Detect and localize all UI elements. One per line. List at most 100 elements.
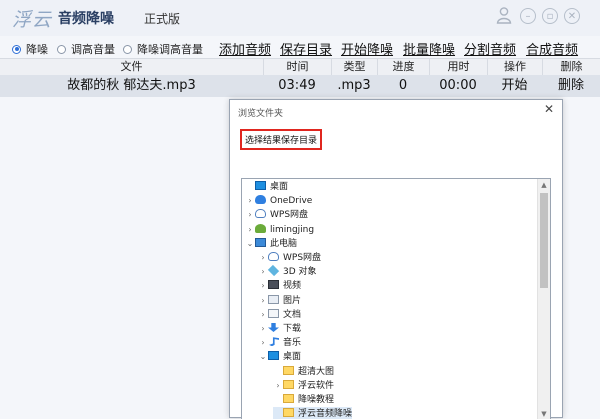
picture-icon (268, 294, 279, 304)
tree-item[interactable]: 桌面 (245, 180, 288, 194)
tree-item[interactable]: › 3D 对象 (258, 265, 317, 279)
chevron-right-icon[interactable]: › (258, 265, 268, 279)
column-header-elapsed[interactable]: 用时 (429, 59, 487, 75)
chevron-right-icon[interactable]: › (273, 379, 283, 393)
document-icon (268, 308, 279, 318)
scroll-up-icon[interactable]: ▲ (538, 179, 550, 191)
cloud-blue-icon (255, 195, 266, 205)
radio-unselected-icon (57, 44, 66, 54)
user-icon[interactable] (496, 6, 512, 24)
tree-item[interactable]: › 音乐 (258, 336, 301, 350)
chevron-right-icon[interactable]: › (258, 322, 268, 336)
table-header: 文件 时间 类型 进度 用时 操作 删除 (0, 58, 600, 76)
tree-item-label: 文档 (283, 309, 302, 320)
mode-label: 调高音量 (71, 43, 115, 56)
chevron-right-icon[interactable]: › (245, 194, 255, 208)
column-header-progress[interactable]: 进度 (377, 59, 429, 75)
tree-item-label: 超清大图 (298, 366, 335, 377)
tree-item-label: WPS网盘 (270, 210, 309, 221)
chevron-right-icon[interactable]: › (258, 279, 268, 293)
tree-item-label: 浮云软件 (298, 380, 335, 391)
tree-item[interactable]: › WPS网盘 (258, 251, 321, 265)
tree-item[interactable]: › OneDrive (245, 194, 312, 208)
save-directory-button[interactable]: 保存目录 (280, 39, 332, 58)
mode-label: 降噪调高音量 (137, 43, 203, 56)
tree-item-label: 视频 (283, 281, 302, 292)
close-icon[interactable]: ✕ (564, 8, 580, 24)
tree-item[interactable]: › 文档 (258, 308, 301, 322)
table-row[interactable]: 故都的秋 郁达夫.mp3 03:49 .mp3 0 00:00 开始 删除 (0, 75, 600, 97)
progress-cell: 0 (398, 78, 408, 93)
column-header-file[interactable]: 文件 (0, 59, 263, 75)
video-icon (268, 280, 279, 290)
folder-tree[interactable]: 桌面 › OneDrive › WPS网盘 › limingjing ⌄ 此电脑 › WPS网盘 › 3… (241, 178, 551, 419)
tree-item[interactable]: › 浮云软件 (273, 379, 334, 393)
tree-item-label: limingjing (270, 224, 315, 235)
mode-radio-denoise-volume-up[interactable]: 降噪调高音量 (123, 41, 203, 57)
dialog-title: 浏览文件夹 (238, 109, 284, 119)
cloud-gray-icon (268, 252, 279, 261)
chevron-right-icon[interactable]: › (245, 223, 255, 237)
tree-item[interactable]: › 图片 (258, 294, 301, 308)
mode-label: 降噪 (26, 43, 48, 56)
elapsed-cell: 00:00 (439, 78, 477, 93)
column-header-time[interactable]: 时间 (263, 59, 331, 75)
radio-selected-icon (12, 44, 21, 54)
tree-item[interactable]: 超清大图 (273, 365, 334, 379)
tree-item[interactable]: ⌄ 此电脑 (245, 237, 297, 251)
tree-item-label: 桌面 (283, 352, 302, 363)
duration-cell: 03:49 (278, 78, 316, 93)
tree-item[interactable]: › 视频 (258, 279, 301, 293)
chevron-right-icon[interactable]: › (258, 294, 268, 308)
chevron-down-icon[interactable]: ⌄ (258, 350, 268, 364)
split-audio-button[interactable]: 分割音频 (464, 39, 516, 58)
column-header-delete[interactable]: 删除 (542, 59, 600, 75)
scrollbar-thumb[interactable] (540, 193, 548, 288)
desktop-icon (255, 181, 266, 190)
cube-icon (267, 265, 280, 277)
tree-item[interactable]: 浮云音频降噪 (273, 407, 353, 419)
mode-radio-volume-up[interactable]: 调高音量 (57, 41, 115, 57)
folder-icon (283, 408, 294, 418)
batch-denoise-button[interactable]: 批量降噪 (403, 39, 455, 58)
folder-icon (283, 365, 294, 375)
browse-folder-dialog: 浏览文件夹 ✕ 选择结果保存目录 桌面 › OneDrive › WPS网盘 › limin… (229, 99, 563, 419)
column-header-action[interactable]: 操作 (487, 59, 542, 75)
tree-item[interactable]: ⌄ 桌面 (258, 350, 301, 364)
add-audio-button[interactable]: 添加音频 (219, 39, 271, 58)
computer-icon (255, 237, 266, 247)
music-icon (269, 337, 279, 347)
delete-button[interactable]: 删除 (542, 75, 600, 97)
toolbar: 降噪 调高音量 降噪调高音量 添加音频 保存目录 开始降噪 批量降噪 分割音频 … (0, 36, 600, 58)
start-denoise-button[interactable]: 开始降噪 (341, 39, 393, 58)
restore-icon[interactable]: ▫ (542, 8, 558, 24)
merge-audio-button[interactable]: 合成音频 (526, 39, 578, 58)
app-title: 音频降噪 (58, 11, 114, 27)
scroll-down-icon[interactable]: ▼ (538, 408, 550, 419)
tree-item-label: 下载 (283, 324, 302, 334)
tree-item-label: OneDrive (270, 196, 313, 207)
column-header-type[interactable]: 类型 (331, 59, 377, 75)
tree-item[interactable]: › limingjing (245, 223, 314, 237)
tree-item-label: 此电脑 (270, 238, 298, 249)
minimize-icon[interactable]: – (520, 8, 536, 24)
file-name-cell: 故都的秋 郁达夫.mp3 (67, 78, 196, 93)
tree-item[interactable]: 降噪教程 (273, 393, 334, 407)
chevron-right-icon[interactable]: › (258, 308, 268, 322)
chevron-down-icon[interactable]: ⌄ (245, 237, 255, 251)
mode-radio-denoise[interactable]: 降噪 (12, 41, 48, 57)
start-button[interactable]: 开始 (487, 75, 542, 97)
dialog-prompt: 选择结果保存目录 (240, 129, 323, 150)
tree-scrollbar[interactable]: ▲ ▼ (537, 179, 550, 419)
close-icon[interactable]: ✕ (544, 102, 554, 116)
chevron-right-icon[interactable]: › (245, 208, 255, 222)
tree-item-label: 降噪教程 (298, 395, 335, 405)
desktop-icon (268, 351, 279, 361)
tree-item[interactable]: › WPS网盘 (245, 208, 308, 222)
tree-item[interactable]: › 下载 (258, 322, 301, 336)
title-bar: 浮云 音频降噪 正式版 – ▫ ✕ (0, 0, 600, 36)
tree-item-label: 桌面 (270, 182, 289, 192)
chevron-right-icon[interactable]: › (258, 336, 268, 350)
chevron-right-icon[interactable]: › (258, 251, 268, 265)
tree-item-label: 音乐 (283, 338, 302, 349)
